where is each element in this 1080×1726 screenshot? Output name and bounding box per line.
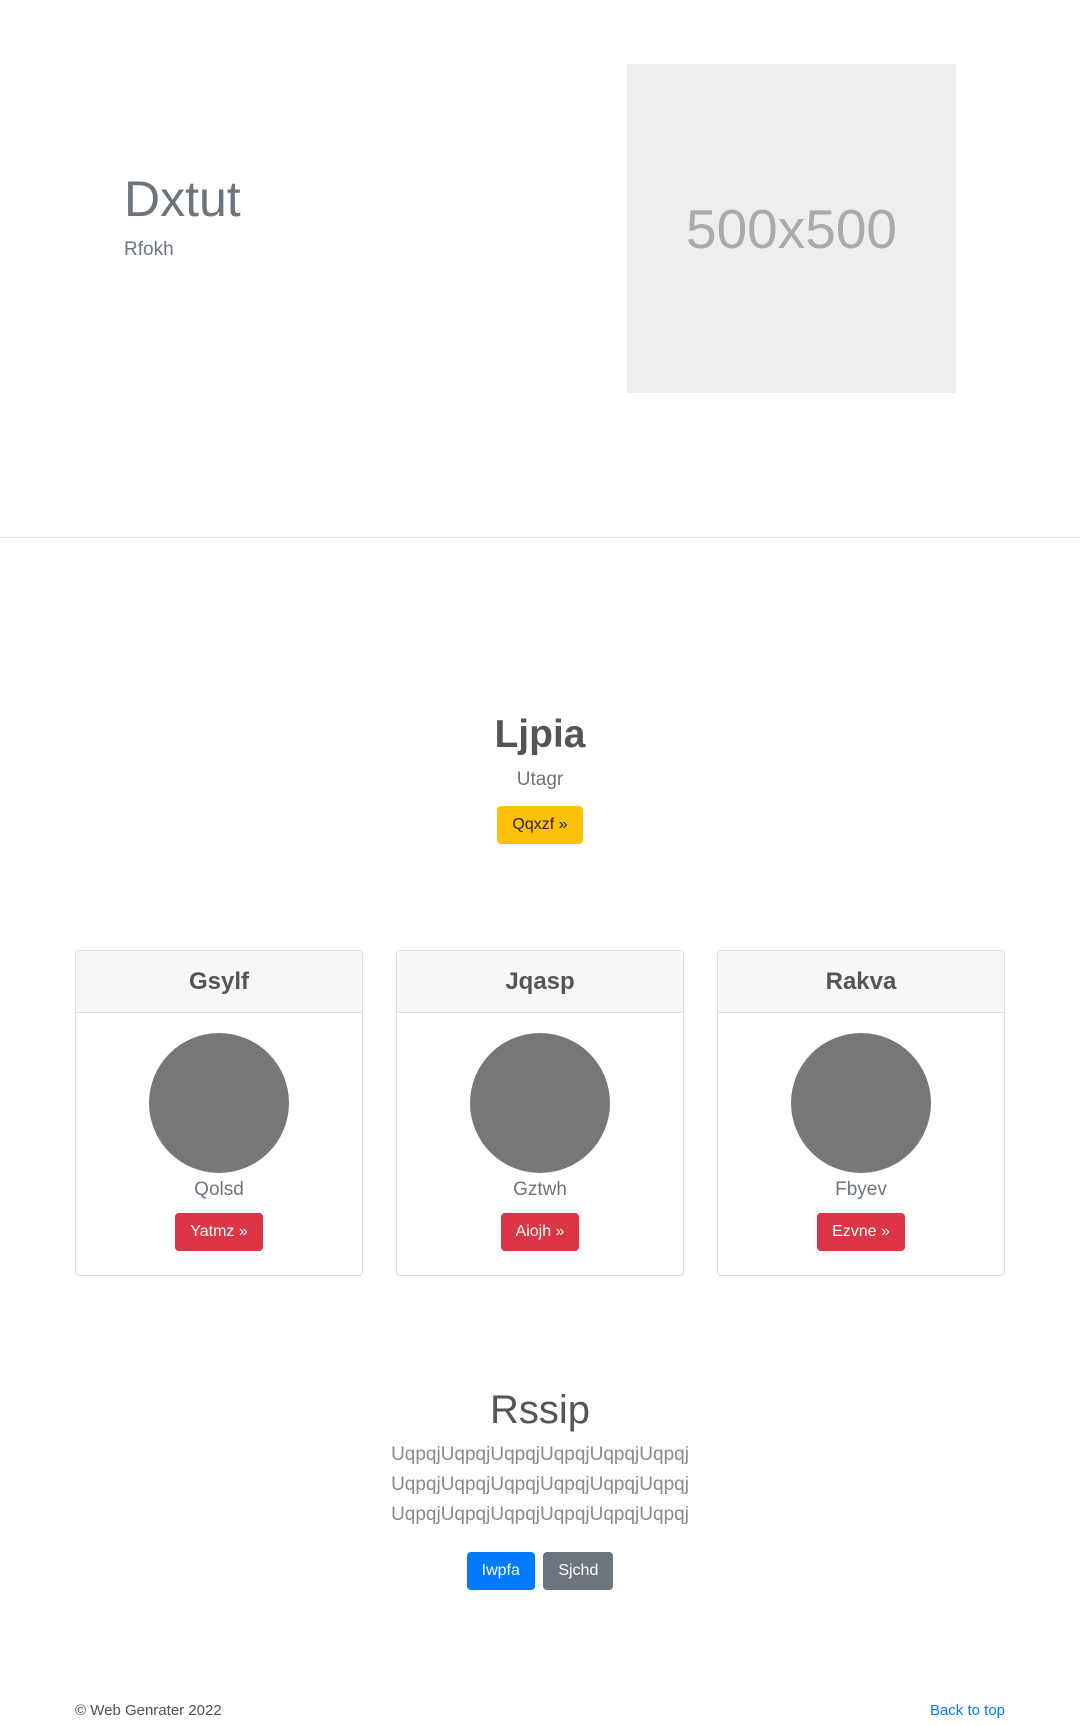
- bottom-text-line: UqpqjUqpqjUqpqjUqpqjUqpqjUqpqj: [391, 1504, 689, 1525]
- card-text: Fbyev: [835, 1179, 887, 1200]
- avatar: [149, 1033, 289, 1173]
- hero-title: Dxtut: [124, 171, 241, 227]
- hero-subtitle: Rfokh: [124, 239, 174, 260]
- back-to-top-link[interactable]: Back to top: [930, 1702, 1005, 1719]
- card-button[interactable]: Ezvne »: [817, 1213, 905, 1251]
- avatar: [791, 1033, 931, 1173]
- bottom-text: UqpqjUqpqjUqpqjUqpqjUqpqjUqpqj UqpqjUqpq…: [0, 1440, 1080, 1530]
- footer: © Web Genrater 2022 Back to top: [75, 1702, 1005, 1719]
- card-text: Qolsd: [194, 1179, 244, 1200]
- bottom-buttons: Iwpfa Sjchd: [0, 1552, 1080, 1590]
- card-title: Gsylf: [76, 951, 362, 1013]
- secondary-button[interactable]: Sjchd: [543, 1552, 614, 1590]
- bottom-title: Rssip: [489, 1388, 591, 1432]
- bottom-text-line: UqpqjUqpqjUqpqjUqpqjUqpqjUqpqj: [391, 1444, 689, 1465]
- card-text: Gztwh: [513, 1179, 567, 1200]
- avatar: [470, 1033, 610, 1173]
- card-button[interactable]: Aiojh »: [500, 1213, 580, 1251]
- hero-image-label: 500x500: [685, 197, 898, 260]
- card: Rakva Fbyev Ezvne »: [717, 950, 1005, 1276]
- bottom-text-line: UqpqjUqpqjUqpqjUqpqjUqpqjUqpqj: [391, 1474, 689, 1495]
- primary-button[interactable]: Iwpfa: [466, 1552, 535, 1590]
- card-button[interactable]: Yatmz »: [175, 1213, 263, 1251]
- footer-copyright: © Web Genrater 2022: [75, 1702, 222, 1719]
- card-title: Rakva: [718, 951, 1004, 1013]
- card-body: Fbyev Ezvne »: [718, 1013, 1004, 1251]
- hero-section: Dxtut Rfokh 500x500: [0, 0, 1080, 538]
- card-title: Jqasp: [397, 951, 683, 1013]
- cards-row: Gsylf Qolsd Yatmz » Jqasp Gztwh Aiojh » …: [75, 950, 1005, 1276]
- feature-subtitle: Utagr: [516, 768, 564, 790]
- card-body: Gztwh Aiojh »: [397, 1013, 683, 1251]
- card-body: Qolsd Yatmz »: [76, 1013, 362, 1251]
- bottom-section: Rssip UqpqjUqpqjUqpqjUqpqjUqpqjUqpqj Uqp…: [0, 1386, 1080, 1590]
- card: Gsylf Qolsd Yatmz »: [75, 950, 363, 1276]
- feature-title: Ljpia: [494, 713, 586, 756]
- card: Jqasp Gztwh Aiojh »: [396, 950, 684, 1276]
- hero-image-placeholder: 500x500: [627, 64, 956, 393]
- feature-section: Ljpia Utagr Qqxzf »: [0, 712, 1080, 844]
- feature-button[interactable]: Qqxzf »: [497, 805, 583, 844]
